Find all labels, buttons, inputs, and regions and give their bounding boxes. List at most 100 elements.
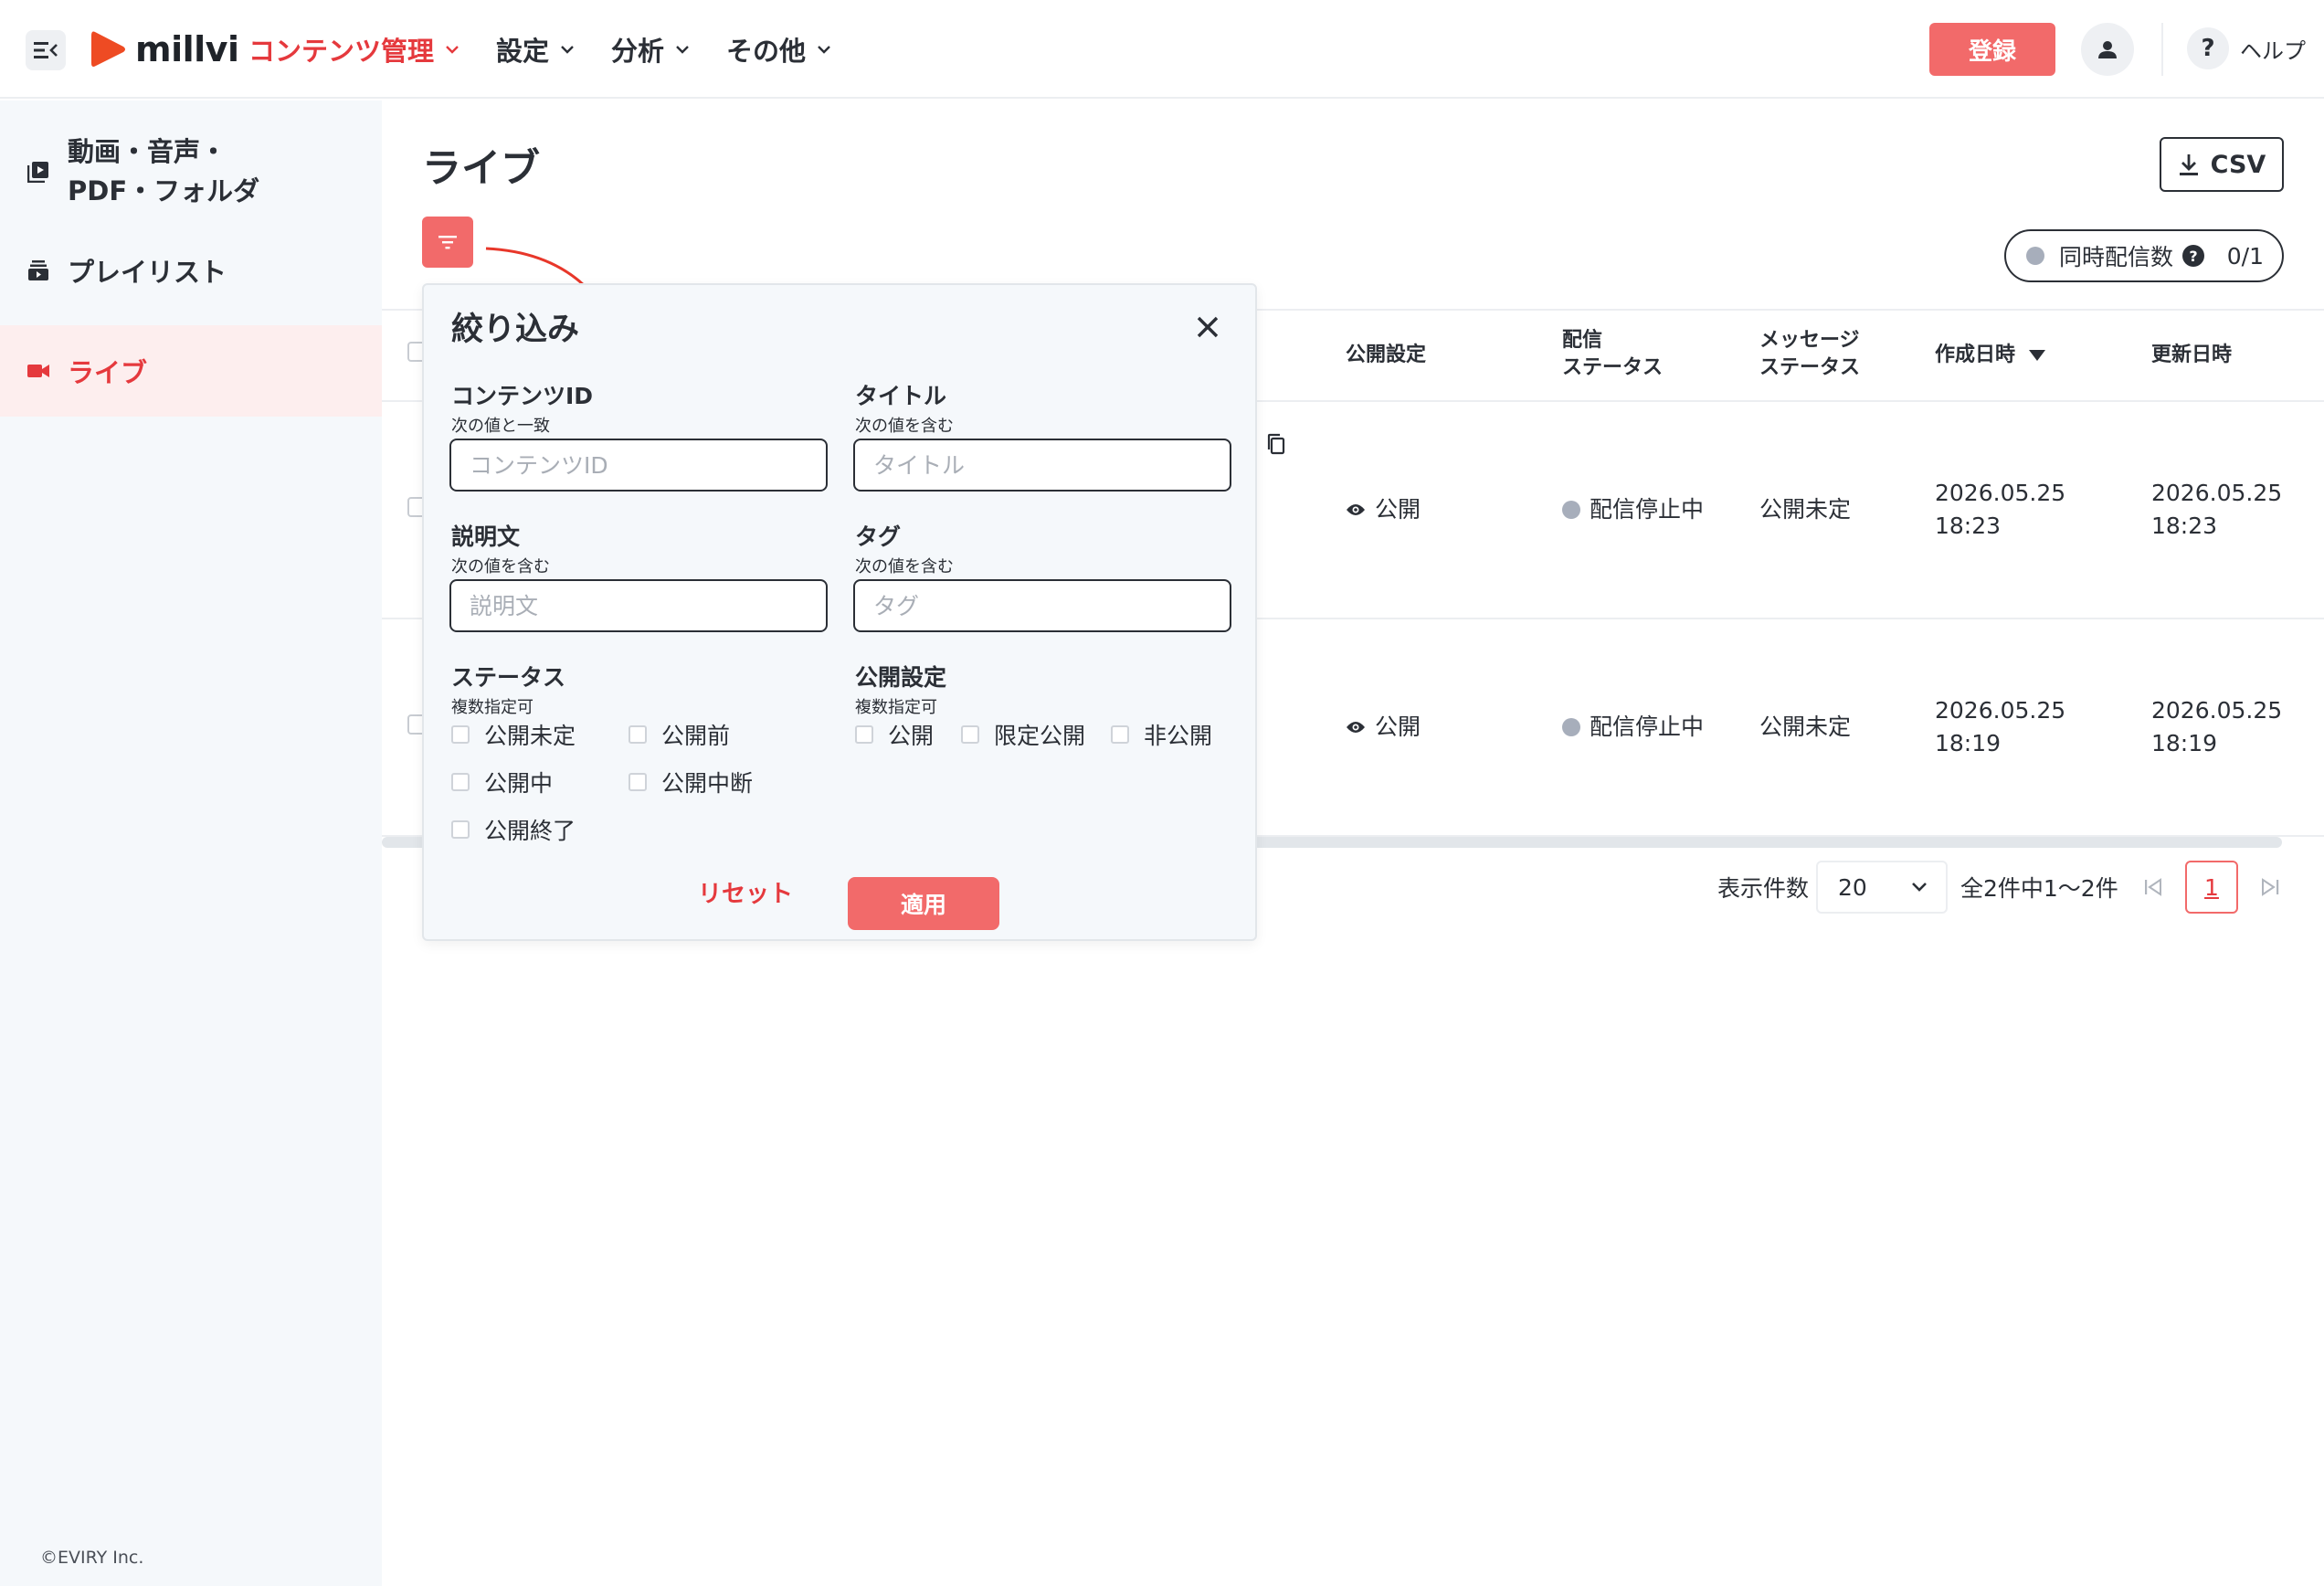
- publish-checkbox-public[interactable]: 公開: [855, 718, 934, 751]
- header-line: ステータス: [1759, 356, 1861, 379]
- publish-setting-sub: 複数指定可: [855, 698, 937, 717]
- chevron-down-icon: [446, 46, 459, 54]
- sidebar-item-live[interactable]: ライブ: [0, 325, 382, 417]
- date-text: 2026.05.25: [2151, 697, 2283, 724]
- page-button-current[interactable]: 1: [2185, 861, 2238, 914]
- sidebar-item-label: 動画・音声・ PDF・フォルダ: [68, 132, 259, 211]
- close-icon: [1197, 316, 1219, 338]
- checkbox-label: 非公開: [1144, 723, 1213, 749]
- millvi-logo[interactable]: millvi: [91, 26, 239, 73]
- menu-collapse-icon: [34, 42, 58, 58]
- checkbox-box[interactable]: [629, 773, 647, 791]
- top-header: millvi コンテンツ管理 設定 分析 その他 登録 ? ヘルプ: [0, 0, 2324, 99]
- checkbox-label: 公開前: [661, 723, 731, 749]
- date-text: 2026.05.25: [2151, 480, 2283, 506]
- download-icon: [2179, 154, 2198, 175]
- status-dot: [1562, 718, 1580, 736]
- register-button[interactable]: 登録: [1929, 23, 2055, 76]
- content-id-input[interactable]: [449, 439, 828, 492]
- time-text: 18:19: [1935, 730, 2002, 756]
- status-checkbox-suspended[interactable]: 公開中断: [629, 766, 753, 798]
- concurrent-value: 0/1: [2226, 242, 2264, 270]
- checkbox-box[interactable]: [451, 725, 470, 744]
- reset-button[interactable]: リセット: [698, 875, 793, 909]
- last-page-icon: [2262, 878, 2279, 896]
- concurrent-label: 同時配信数: [2059, 244, 2174, 270]
- delivery-value: 配信停止中: [1590, 496, 1705, 523]
- sidebar-label-line: 動画・音声・: [68, 136, 227, 167]
- nav-content-management[interactable]: コンテンツ管理: [248, 30, 460, 69]
- description-input[interactable]: [449, 579, 828, 632]
- page-title: ライブ: [422, 146, 540, 192]
- per-page-select[interactable]: 20: [1816, 861, 1948, 914]
- csv-download-button[interactable]: CSV: [2160, 137, 2284, 192]
- per-page-value: 20: [1838, 873, 1867, 901]
- checkbox-box[interactable]: [451, 820, 470, 839]
- header-delivery-status[interactable]: 配信 ステータス: [1562, 327, 1663, 382]
- header-created-at[interactable]: 作成日時: [1935, 342, 2046, 369]
- status-checkbox-ended[interactable]: 公開終了: [451, 813, 576, 846]
- checkbox-box[interactable]: [1111, 725, 1129, 744]
- time-text: 18:23: [1935, 513, 2002, 539]
- help-button[interactable]: ? ヘルプ: [2187, 27, 2306, 69]
- checkbox-box[interactable]: [961, 725, 979, 744]
- apply-button[interactable]: 適用: [848, 877, 999, 930]
- created-at-cell: 2026.05.25 18:23: [1935, 477, 2065, 543]
- close-filter-button[interactable]: [1189, 309, 1226, 345]
- checkbox-label: 公開: [888, 723, 935, 749]
- title-label: タイトル: [855, 383, 947, 409]
- filter-toggle-button[interactable]: [422, 217, 473, 268]
- header-divider: [2161, 23, 2163, 76]
- eye-icon: [1347, 722, 1365, 733]
- main-nav: コンテンツ管理 設定 分析 その他: [248, 26, 868, 73]
- header-label: 作成日時: [1935, 344, 2016, 366]
- content-id-sub: 次の値と一致: [451, 417, 550, 436]
- message-status-cell: 公開未定: [1759, 496, 1852, 523]
- copy-icon[interactable]: [1266, 433, 1286, 455]
- status-checkbox-before[interactable]: 公開前: [629, 718, 730, 751]
- publish-checkbox-limited[interactable]: 限定公開: [961, 718, 1085, 751]
- filter-panel: 絞り込み コンテンツID 次の値と一致 タイトル 次の値を含む 説明文 次の値を…: [422, 283, 1257, 941]
- sidebar-item-label: ライブ: [68, 357, 148, 388]
- last-page-button[interactable]: [2244, 861, 2297, 914]
- header-line: メッセージ: [1759, 329, 1860, 352]
- publish-value: 公開: [1375, 496, 1421, 523]
- checkbox-label: 公開中断: [661, 770, 754, 797]
- publish-cell: 公開: [1346, 711, 1421, 744]
- copyright: ©EVIRY Inc.: [40, 1548, 144, 1568]
- menu-toggle-button[interactable]: [26, 30, 66, 70]
- first-page-button[interactable]: [2127, 861, 2180, 914]
- checkbox-box[interactable]: [451, 773, 470, 791]
- status-checkbox-undecided[interactable]: 公開未定: [451, 718, 576, 751]
- nav-other[interactable]: その他: [726, 30, 831, 69]
- updated-at-cell: 2026.05.25 18:23: [2151, 477, 2282, 543]
- videocam-icon: [27, 365, 49, 377]
- time-text: 18:19: [2151, 730, 2218, 756]
- pagination-summary: 全2件中1〜2件: [1960, 875, 2118, 902]
- status-dot: [2026, 247, 2044, 265]
- header-updated-at[interactable]: 更新日時: [2151, 342, 2232, 369]
- question-icon[interactable]: ?: [2182, 245, 2205, 267]
- nav-settings[interactable]: 設定: [496, 30, 575, 69]
- nav-analytics[interactable]: 分析: [611, 30, 690, 69]
- header-publish-setting[interactable]: 公開設定: [1346, 342, 1426, 369]
- chevron-down-icon: [818, 46, 830, 54]
- message-status-cell: 公開未定: [1759, 714, 1852, 740]
- delivery-value: 配信停止中: [1590, 714, 1705, 740]
- checkbox-box[interactable]: [855, 725, 873, 744]
- publish-setting-label: 公開設定: [855, 664, 947, 691]
- tag-label: タグ: [855, 523, 902, 550]
- sidebar: 動画・音声・ PDF・フォルダ プレイリスト ライブ: [0, 100, 382, 1586]
- checkbox-box[interactable]: [629, 725, 647, 744]
- publish-checkbox-private[interactable]: 非公開: [1111, 718, 1212, 751]
- checkbox-label: 公開中: [484, 770, 554, 797]
- status-checkbox-active[interactable]: 公開中: [451, 766, 553, 798]
- tag-input[interactable]: [853, 579, 1231, 632]
- help-icon: ?: [2187, 27, 2229, 69]
- sidebar-item-media[interactable]: 動画・音声・ PDF・フォルダ: [0, 126, 382, 217]
- nav-label: 分析: [611, 36, 665, 67]
- header-message-status[interactable]: メッセージ ステータス: [1759, 327, 1860, 382]
- title-input[interactable]: [853, 439, 1231, 492]
- sidebar-item-playlist[interactable]: プレイリスト: [0, 236, 382, 305]
- account-button[interactable]: [2081, 23, 2134, 76]
